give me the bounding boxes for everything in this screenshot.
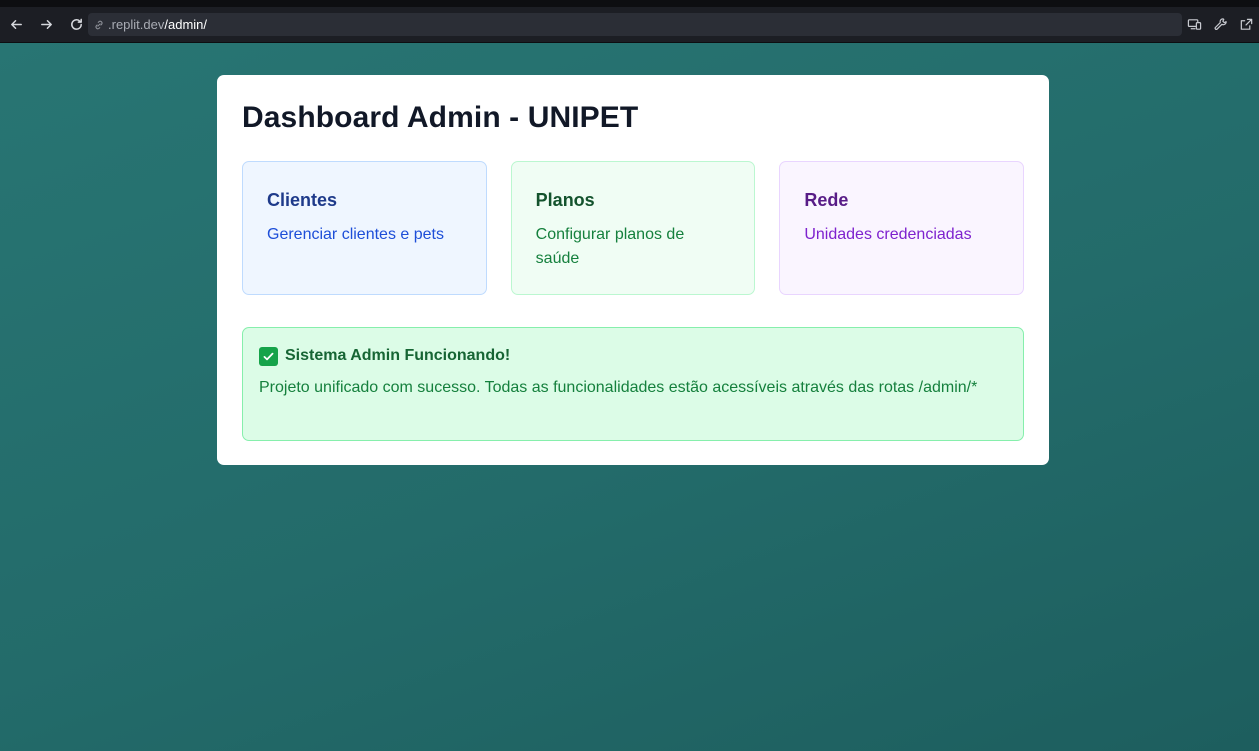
address-bar[interactable]: .replit.dev/admin/ xyxy=(88,13,1182,36)
wrench-icon xyxy=(1214,18,1227,30)
link-icon xyxy=(95,20,103,29)
arrow-right-icon xyxy=(40,20,52,29)
open-new-tab-button[interactable] xyxy=(1233,13,1259,36)
browser-toolbar: .replit.dev/admin/ xyxy=(0,0,1259,43)
page-background: Dashboard Admin - UNIPET Clientes Gerenc… xyxy=(0,43,1259,751)
back-button[interactable] xyxy=(2,11,30,39)
tile-description: Unidades credenciadas xyxy=(804,226,972,243)
tile-title: Planos xyxy=(535,190,595,210)
url-host: .replit.dev xyxy=(108,17,165,32)
status-title: Sistema Admin Funcionando! xyxy=(285,347,511,364)
tile-title: Rede xyxy=(804,190,849,210)
status-message: Projeto unificado com sucesso. Todas as … xyxy=(259,379,978,396)
check-mark-icon xyxy=(259,346,278,366)
external-link-icon xyxy=(1240,18,1252,30)
devices-icon xyxy=(1187,19,1201,30)
devtools-button[interactable] xyxy=(1207,13,1233,36)
tile-title: Clientes xyxy=(267,190,338,210)
tile-rede[interactable]: Rede Unidades credenciadas xyxy=(779,161,1025,295)
reload-icon xyxy=(70,18,82,30)
url-path: /admin/ xyxy=(164,17,208,32)
devices-button[interactable] xyxy=(1181,13,1207,36)
tiles-grid: Clientes Gerenciar clientes e pets Plano… xyxy=(242,161,1025,295)
reload-button[interactable] xyxy=(62,11,90,39)
status-banner: Sistema Admin Funcionando! Projeto unifi… xyxy=(242,327,1024,441)
tile-description: Gerenciar clientes e pets xyxy=(267,226,444,243)
tile-planos[interactable]: Planos Configurar planos de saúde xyxy=(510,161,756,295)
tile-description: Configurar planos de saúde xyxy=(535,226,685,267)
forward-button[interactable] xyxy=(32,11,60,39)
page-title: Dashboard Admin - UNIPET xyxy=(242,101,639,134)
dashboard-card: Dashboard Admin - UNIPET Clientes Gerenc… xyxy=(217,75,1049,465)
arrow-left-icon xyxy=(10,20,22,29)
status-header: Sistema Admin Funcionando! xyxy=(259,346,1007,366)
tile-clientes[interactable]: Clientes Gerenciar clientes e pets xyxy=(242,161,487,295)
